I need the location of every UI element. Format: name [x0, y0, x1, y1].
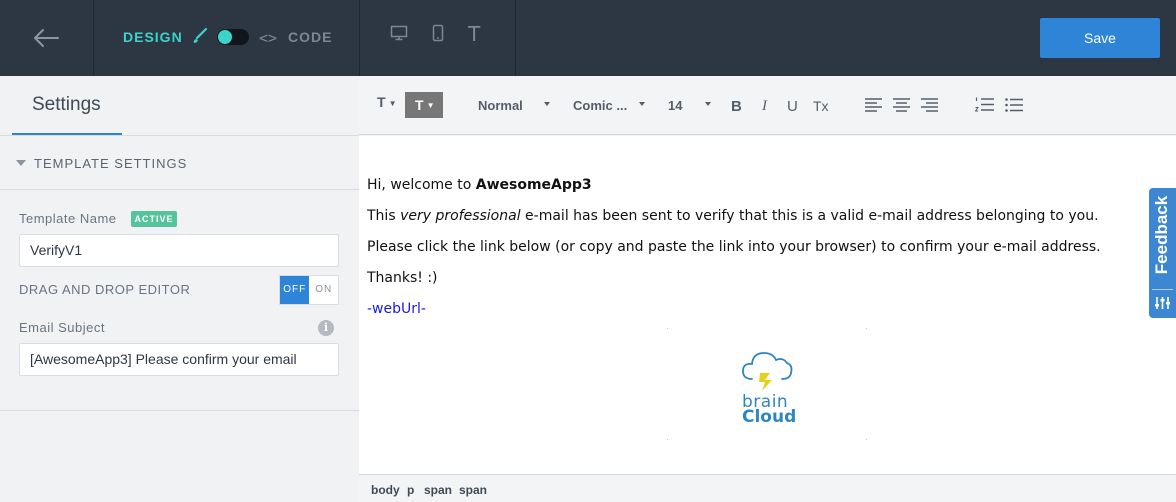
path-crumb[interactable]: span — [424, 483, 452, 497]
divider — [515, 0, 516, 76]
on-option[interactable]: ON — [309, 276, 338, 304]
weburl-link[interactable]: -webUrl- — [367, 301, 426, 317]
image-handle — [667, 328, 668, 329]
email-body[interactable]: Hi, welcome to AwesomeApp3 This very pro… — [367, 175, 1101, 330]
intro-prefix: This — [367, 208, 401, 224]
background-color-glyph: T — [415, 97, 424, 113]
save-button[interactable]: Save — [1040, 18, 1160, 58]
path-crumb[interactable]: body — [371, 483, 400, 497]
align-right-icon[interactable] — [921, 98, 938, 112]
font-size-dropdown[interactable]: 14 — [668, 98, 711, 113]
numbered-list-icon[interactable] — [975, 97, 995, 112]
cloud-bolt-icon — [742, 352, 793, 391]
image-handle — [866, 439, 867, 440]
design-code-toggle[interactable] — [217, 29, 249, 45]
feedback-tab[interactable]: Feedback — [1149, 188, 1176, 318]
background-color-button[interactable]: T ▼ — [405, 92, 443, 118]
chevron-down-icon — [544, 102, 550, 106]
caret-icon: ▼ — [388, 98, 397, 108]
greeting-line: Hi, welcome to AwesomeApp3 — [367, 175, 1101, 206]
path-crumb[interactable]: span — [459, 483, 487, 497]
divider — [0, 410, 359, 411]
feedback-label: Feedback — [1152, 195, 1171, 275]
email-subject-label: Email Subject — [19, 320, 105, 335]
image-handle — [866, 328, 867, 329]
text-color-button[interactable]: T ▼ — [377, 94, 396, 110]
template-name-label: Template Name — [19, 211, 117, 226]
brush-icon — [193, 27, 208, 43]
align-left-icon[interactable] — [865, 98, 882, 112]
toggle-knob — [218, 30, 232, 44]
caret-icon: ▼ — [426, 101, 435, 111]
back-button[interactable] — [28, 22, 64, 54]
tab-settings[interactable]: Settings — [12, 76, 122, 136]
italic-button[interactable]: I — [762, 98, 767, 115]
template-settings-section-header[interactable]: TEMPLATE SETTINGS — [0, 136, 359, 190]
drag-drop-editor-toggle[interactable]: OFF ON — [279, 275, 339, 305]
element-path-bar: body p span span — [359, 474, 1176, 502]
logo-cloud-text: Cloud — [742, 407, 797, 427]
design-mode-label[interactable]: DESIGN — [123, 29, 183, 45]
bold-button[interactable]: B — [731, 98, 742, 115]
bullet-list-icon[interactable] — [1005, 98, 1023, 112]
code-mode-label[interactable]: CODE — [288, 29, 332, 45]
mobile-icon[interactable] — [431, 24, 445, 42]
divider — [359, 0, 360, 76]
divider — [1152, 289, 1173, 290]
text-icon[interactable]: T — [468, 22, 480, 46]
instruction-line: Please click the link below (or copy and… — [367, 239, 1101, 255]
underline-button[interactable]: U — [787, 98, 798, 115]
feedback-sliders-icon — [1155, 297, 1170, 309]
path-crumb[interactable]: p — [407, 483, 414, 497]
font-size-value: 14 — [668, 98, 683, 113]
drag-drop-editor-label: DRAG AND DROP EDITOR — [19, 282, 191, 297]
chevron-down-icon — [639, 102, 645, 106]
align-center-icon[interactable] — [893, 98, 910, 112]
app-name: AwesomeApp3 — [475, 177, 592, 193]
weburl-line: -webUrl- — [367, 299, 1101, 330]
top-bar: DESIGN <> CODE T Save — [0, 0, 1176, 76]
template-name-input[interactable]: VerifyV1 — [19, 234, 339, 267]
back-arrow-icon — [34, 29, 59, 47]
desktop-icon[interactable] — [390, 24, 408, 42]
text-color-glyph: T — [377, 94, 386, 110]
intro-rest: e-mail has been sent to verify that this… — [520, 208, 1099, 224]
image-handle — [667, 439, 668, 440]
clear-format-button[interactable]: Tx — [813, 98, 829, 114]
greeting-text: Hi, welcome to — [367, 177, 476, 193]
block-format-value: Normal — [478, 98, 523, 113]
section-label: TEMPLATE SETTINGS — [34, 156, 188, 171]
font-family-dropdown[interactable]: Comic ... — [573, 98, 645, 113]
block-format-dropdown[interactable]: Normal — [478, 98, 550, 113]
settings-panel: Settings TEMPLATE SETTINGS Template Name… — [0, 76, 359, 502]
divider — [93, 0, 94, 76]
chevron-down-icon — [705, 102, 711, 106]
thanks-line: Thanks! :) — [367, 270, 438, 286]
info-icon[interactable]: i — [318, 320, 334, 336]
collapse-triangle-icon — [16, 160, 26, 166]
email-subject-input[interactable]: [AwesomeApp3] Please confirm your email — [19, 343, 339, 376]
font-family-value: Comic ... — [573, 98, 628, 113]
active-badge: ACTIVE — [131, 211, 177, 227]
off-option[interactable]: OFF — [280, 276, 310, 304]
tab-settings-label: Settings — [32, 94, 101, 115]
code-icon: <> — [259, 29, 278, 47]
intro-emphasis: very professional — [400, 208, 521, 224]
email-canvas[interactable]: Hi, welcome to AwesomeApp3 This very pro… — [359, 136, 1176, 474]
editor-toolbar: T ▼ T ▼ Normal Comic ... 14 B I U Tx — [359, 76, 1176, 135]
intro-line: This very professional e-mail has been s… — [367, 206, 1101, 237]
